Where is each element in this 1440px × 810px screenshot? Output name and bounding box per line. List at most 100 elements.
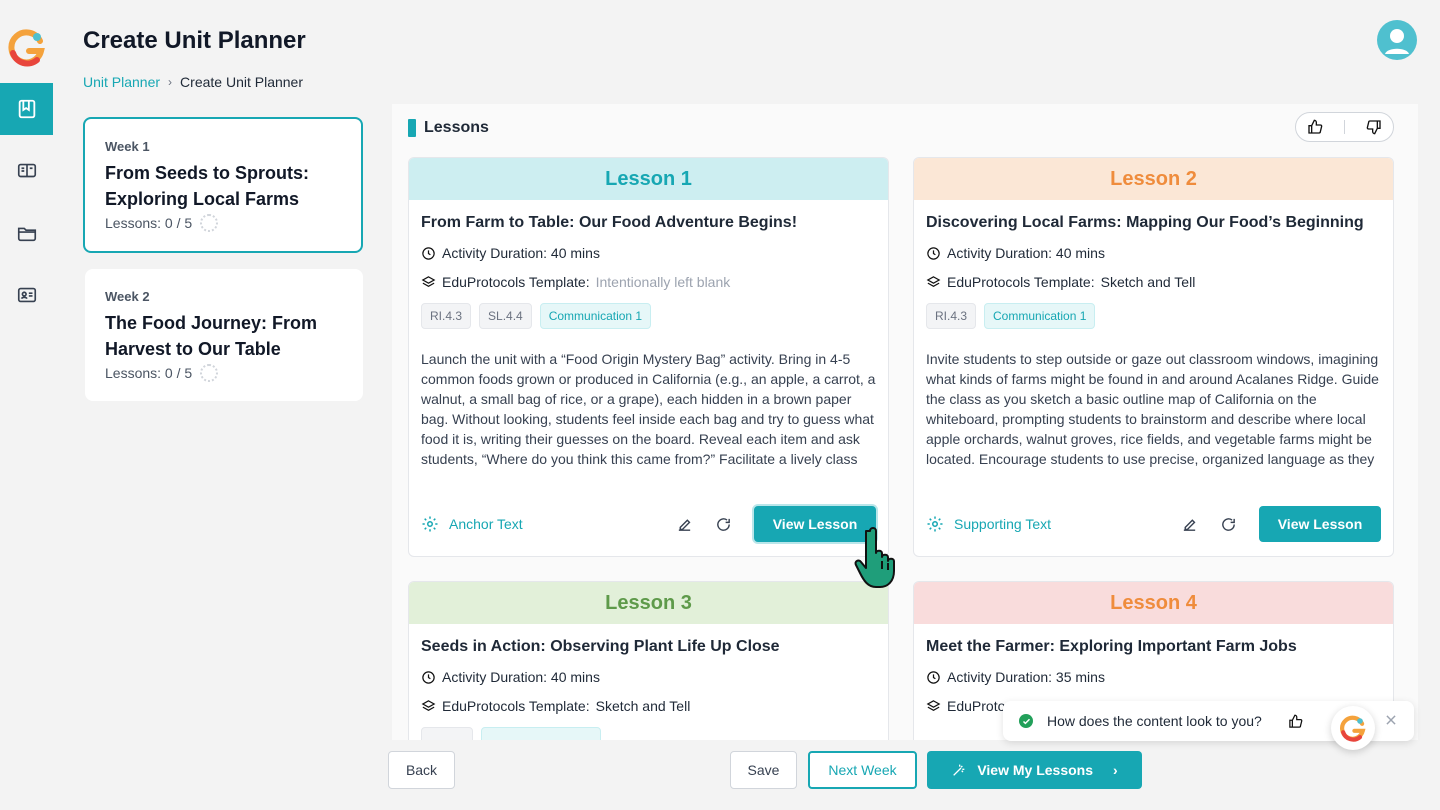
feedback-pill xyxy=(1295,112,1394,142)
left-rail xyxy=(0,0,53,810)
save-button[interactable]: Save xyxy=(730,751,797,789)
rail-item-files[interactable] xyxy=(0,207,53,259)
app-logo-icon xyxy=(1340,715,1366,742)
book-icon xyxy=(18,99,35,119)
rail-item-unit-planner[interactable] xyxy=(0,83,53,135)
activity-duration-text: Activity Duration: 35 mins xyxy=(947,669,1105,685)
layers-icon xyxy=(926,699,941,711)
week-card-2[interactable]: Week 2 The Food Journey: From Harvest to… xyxy=(85,269,363,401)
magic-wand-icon xyxy=(953,764,965,776)
chevron-right-icon: › xyxy=(1113,762,1118,778)
lesson-description: Launch the unit with a “Food Origin Myst… xyxy=(421,351,876,473)
clock-icon xyxy=(927,670,940,684)
lesson-footer: Supporting Text View Lesson xyxy=(926,506,1381,542)
text-type-label: Supporting Text xyxy=(954,516,1052,532)
thumbs-down-icon[interactable] xyxy=(1366,119,1382,135)
view-lesson-button[interactable]: View Lesson xyxy=(1259,506,1381,542)
check-circle-icon xyxy=(1019,714,1033,728)
folder-icon xyxy=(17,227,36,242)
template-label: EduProtocols Template: xyxy=(947,274,1095,290)
activity-duration: Activity Duration: 35 mins xyxy=(926,669,1381,685)
layers-icon xyxy=(926,275,941,287)
heading-accent-bar xyxy=(408,119,416,137)
standard-tag: RI.4.3 xyxy=(926,303,977,329)
week-card-1[interactable]: Week 1 From Seeds to Sprouts: Exploring … xyxy=(83,117,363,253)
progress-spinner-icon xyxy=(200,214,219,232)
activity-duration-text: Activity Duration: 40 mins xyxy=(442,669,600,685)
thumbs-up-icon[interactable] xyxy=(1307,119,1323,135)
activity-duration-text: Activity Duration: 40 mins xyxy=(947,245,1105,261)
template-info: EduProtocols Template: Sketch and Tell xyxy=(926,274,1381,290)
breadcrumb-separator: › xyxy=(168,75,173,89)
refresh-icon[interactable] xyxy=(715,516,732,533)
back-button[interactable]: Back xyxy=(388,751,455,789)
lessons-panel: Lessons Lesson 1 From Farm to Table: Our… xyxy=(392,104,1418,740)
progress-spinner-icon xyxy=(200,364,219,382)
standards-tags xyxy=(421,727,876,740)
standards-tags: RI.4.3 SL.4.4 Communication 1 xyxy=(421,303,876,329)
skill-tag: Communication 1 xyxy=(539,303,652,329)
refresh-icon[interactable] xyxy=(1220,516,1237,533)
id-card-icon xyxy=(17,287,36,303)
layers-icon xyxy=(421,275,436,287)
thumbs-up-icon[interactable] xyxy=(1288,714,1303,729)
week-label: Week 2 xyxy=(105,289,150,304)
template-value: Intentionally left blank xyxy=(595,274,731,290)
clock-icon xyxy=(422,670,435,684)
template-label: EduProtocols Template: xyxy=(442,698,590,714)
week-label: Week 1 xyxy=(105,139,150,154)
text-type: Anchor Text xyxy=(421,515,523,533)
lesson-card-1: Lesson 1 From Farm to Table: Our Food Ad… xyxy=(408,157,889,557)
hand-cursor-icon xyxy=(854,527,895,588)
week-lesson-count: Lessons: 0 / 5 xyxy=(105,364,343,382)
breadcrumb: Unit Planner › Create Unit Planner xyxy=(83,74,303,90)
rail-item-profile[interactable] xyxy=(0,269,53,321)
standards-tags: RI.4.3 Communication 1 xyxy=(926,303,1381,329)
template-value: Sketch and Tell xyxy=(1100,274,1196,290)
layers-icon xyxy=(421,699,436,711)
user-avatar[interactable] xyxy=(1377,20,1417,60)
lessons-heading-text: Lessons xyxy=(424,119,489,136)
gear-icon xyxy=(927,516,943,532)
standard-tag xyxy=(421,727,473,740)
text-type: Supporting Text xyxy=(926,515,1051,533)
user-icon xyxy=(1385,29,1409,54)
page-title: Create Unit Planner xyxy=(83,27,306,54)
close-icon[interactable] xyxy=(1384,713,1398,727)
lesson-header: Lesson 1 xyxy=(409,158,888,200)
lesson-card-2: Lesson 2 Discovering Local Farms: Mappin… xyxy=(913,157,1394,557)
template-label: EduProtocols Template: xyxy=(442,274,590,290)
view-my-lessons-label: View My Lessons xyxy=(977,762,1093,778)
week-title: From Seeds to Sprouts: Exploring Local F… xyxy=(105,163,310,209)
lesson-title: From Farm to Table: Our Food Adventure B… xyxy=(421,214,798,231)
week-lesson-count: Lessons: 0 / 5 xyxy=(105,214,341,232)
view-my-lessons-button[interactable]: View My Lessons › xyxy=(927,751,1142,789)
week-lesson-count-text: Lessons: 0 / 5 xyxy=(105,365,193,381)
template-label: EduProto xyxy=(947,698,1006,714)
rail-item-lessons[interactable] xyxy=(0,145,53,197)
template-value: Sketch and Tell xyxy=(595,698,691,714)
feedback-divider xyxy=(1343,120,1345,134)
gear-icon xyxy=(422,516,438,532)
lesson-title: Meet the Farmer: Exploring Important Far… xyxy=(926,638,1297,655)
week-title: The Food Journey: From Harvest to Our Ta… xyxy=(105,313,318,359)
assistant-bubble[interactable] xyxy=(1331,706,1375,750)
activity-duration: Activity Duration: 40 mins xyxy=(421,669,876,685)
lesson-description: Invite students to step outside or gaze … xyxy=(926,351,1379,473)
text-type-label: Anchor Text xyxy=(449,516,523,532)
next-week-button[interactable]: Next Week xyxy=(808,751,917,789)
open-book-icon xyxy=(17,163,36,178)
skill-tag: Communication 1 xyxy=(984,303,1096,329)
breadcrumb-link-unit-planner[interactable]: Unit Planner xyxy=(83,74,160,90)
edit-icon[interactable] xyxy=(1181,516,1198,533)
lessons-heading: Lessons xyxy=(408,119,489,137)
app-logo-icon[interactable] xyxy=(7,27,47,67)
template-info: EduProtocols Template: Sketch and Tell xyxy=(421,698,876,714)
lesson-title: Seeds in Action: Observing Plant Life Up… xyxy=(421,638,780,655)
lesson-card-3: Lesson 3 Seeds in Action: Observing Plan… xyxy=(408,581,889,740)
lesson-header: Lesson 4 xyxy=(914,582,1393,624)
lesson-footer: Anchor Text View Lesson xyxy=(421,506,876,542)
edit-icon[interactable] xyxy=(676,516,693,533)
lesson-header: Lesson 2 xyxy=(914,158,1393,200)
activity-duration: Activity Duration: 40 mins xyxy=(926,245,1381,261)
